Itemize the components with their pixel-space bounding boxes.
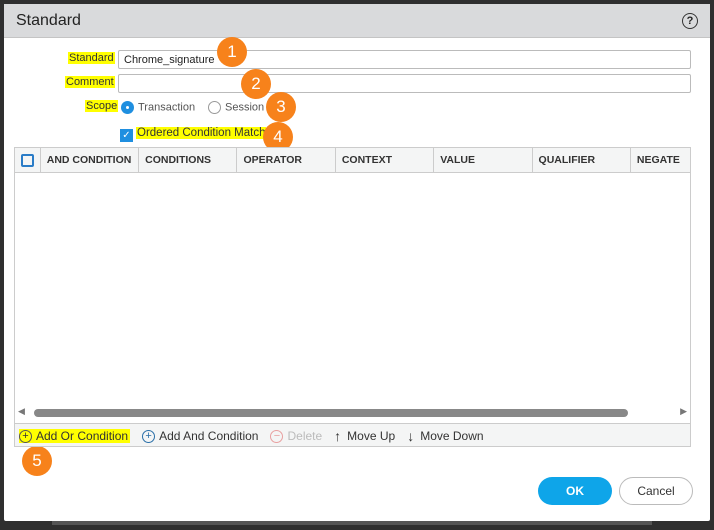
ordered-condition-label: Ordered Condition Match xyxy=(136,127,267,139)
column-header[interactable]: QUALIFIER xyxy=(533,148,631,172)
move-down-button[interactable]: ↓ Move Down xyxy=(407,428,483,444)
column-header[interactable]: AND CONDITION xyxy=(41,148,140,172)
dialog-title-bar: Standard ? xyxy=(4,4,710,38)
radio-label: Session xyxy=(225,101,265,114)
comment-input[interactable] xyxy=(118,74,691,93)
button-label: Move Down xyxy=(420,429,484,443)
add-and-condition-button[interactable]: + Add And Condition xyxy=(142,429,258,443)
delete-button[interactable]: − Delete xyxy=(270,429,322,443)
callout-badge-2: 2 xyxy=(241,69,271,99)
standard-dialog: Standard ? Standard Comment Scope Transa… xyxy=(4,4,710,521)
scope-session-radio[interactable]: Session xyxy=(208,101,264,114)
scroll-left-icon[interactable]: ◀ xyxy=(18,406,25,417)
button-label: Add And Condition xyxy=(159,429,259,443)
select-all-checkbox[interactable] xyxy=(15,148,41,172)
scrollbar-thumb[interactable] xyxy=(34,409,628,417)
callout-badge-1: 1 xyxy=(217,37,247,67)
add-or-condition-button[interactable]: + Add Or Condition xyxy=(19,429,131,443)
column-header[interactable]: NEGATE xyxy=(631,148,690,172)
comment-label: Comment xyxy=(65,76,115,88)
radio-unselected-icon xyxy=(208,101,221,114)
callout-badge-3: 3 xyxy=(266,92,296,122)
dialog-title: Standard xyxy=(16,11,81,29)
button-label: Add Or Condition xyxy=(36,429,129,443)
table-toolbar: + Add Or Condition + Add And Condition − De… xyxy=(15,423,690,446)
move-up-button[interactable]: ↑ Move Up xyxy=(334,428,395,444)
radio-selected-icon xyxy=(121,101,134,114)
minus-circle-icon: − xyxy=(270,429,284,443)
scope-transaction-radio[interactable]: Transaction xyxy=(121,101,195,114)
cancel-button[interactable]: Cancel xyxy=(619,477,693,505)
column-header[interactable]: CONDITIONS xyxy=(139,148,238,172)
callout-badge-5: 5 xyxy=(22,446,52,476)
plus-circle-icon: + xyxy=(19,429,32,443)
standard-input[interactable] xyxy=(118,50,691,69)
radio-label: Transaction xyxy=(138,101,196,114)
conditions-table: AND CONDITION CONDITIONS OPERATOR CONTEX… xyxy=(14,147,691,447)
horizontal-scrollbar[interactable]: ◀ ▶ xyxy=(15,406,690,418)
scroll-right-icon[interactable]: ▶ xyxy=(680,406,687,417)
ok-button[interactable]: OK xyxy=(538,477,612,505)
column-header[interactable]: VALUE xyxy=(434,148,533,172)
arrow-down-icon: ↓ xyxy=(407,428,415,444)
arrow-up-icon: ↑ xyxy=(334,428,342,444)
button-label: Move Up xyxy=(347,429,396,443)
table-header: AND CONDITION CONDITIONS OPERATOR CONTEX… xyxy=(15,148,690,173)
checkmark-icon: ✓ xyxy=(120,129,133,142)
standard-label: Standard xyxy=(68,52,115,64)
button-label: Delete xyxy=(287,429,323,443)
plus-circle-icon: + xyxy=(142,429,156,443)
help-icon[interactable]: ? xyxy=(682,12,698,29)
column-header[interactable]: CONTEXT xyxy=(336,148,435,172)
ordered-condition-checkbox[interactable]: ✓ xyxy=(120,127,133,142)
scope-label: Scope xyxy=(85,100,119,112)
column-header[interactable]: OPERATOR xyxy=(237,148,336,172)
